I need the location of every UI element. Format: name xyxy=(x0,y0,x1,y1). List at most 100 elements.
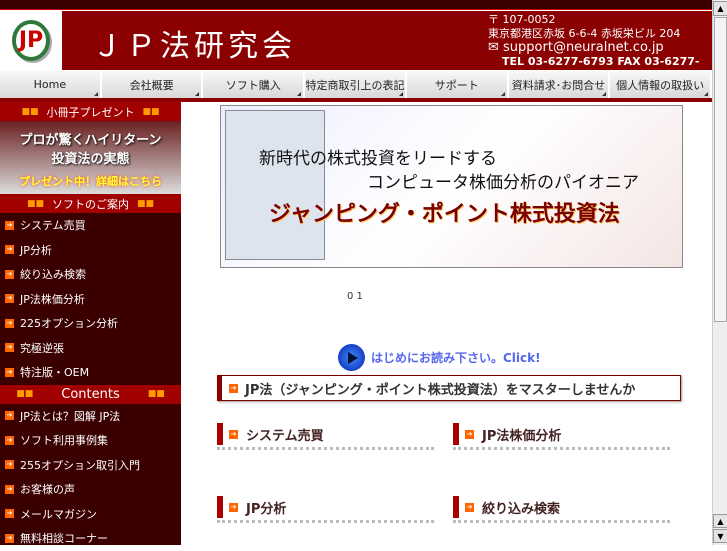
contents-header: ■■ Contents ■■ xyxy=(0,384,181,404)
section-filter-search[interactable]: ➔ 絞り込み検索 xyxy=(453,496,670,523)
sidebar-item-label: 255オプション取引入門 xyxy=(20,458,140,472)
scroll-thumb[interactable] xyxy=(714,17,727,322)
section-label: 絞り込み検索 xyxy=(482,501,561,517)
play-icon xyxy=(338,344,365,371)
sidebar: ■■ 小冊子プレゼント ■■ プロが驚くハイリターン 投資法の実態 プレゼント中！詳… xyxy=(0,102,181,545)
scroll-down-icon[interactable]: ▼ xyxy=(713,529,727,543)
arrow-icon: ➔ xyxy=(5,435,14,445)
promo-header-label: 小冊子プレゼント xyxy=(46,105,135,119)
sidebar-item[interactable]: ➔ 絞り込み検索 xyxy=(0,262,181,287)
scroll-up-icon[interactable]: ▲ xyxy=(713,1,727,16)
contents-header-label: Contents xyxy=(61,386,120,402)
dots-icon: ■■ xyxy=(147,389,165,399)
nav-purchase[interactable]: ソフト購入 xyxy=(203,71,306,98)
email-text: support@neuralnet.co.jp xyxy=(503,40,664,55)
scroll-up-icon[interactable]: ▲ xyxy=(713,514,727,528)
banner-line2: コンピュータ株価分析のパイオニア xyxy=(367,173,639,193)
sidebar-item[interactable]: ➔ JP法株価分析 xyxy=(0,287,181,312)
sidebar-item-label: 特注版・OEM xyxy=(20,366,90,380)
sidebar-item[interactable]: ➔ 特注版・OEM xyxy=(0,360,181,385)
slide-number: 0 1 xyxy=(347,291,363,302)
section-jp-analysis[interactable]: ➔ JP分析 xyxy=(217,496,434,523)
arrow-icon: ➔ xyxy=(5,533,14,543)
main-nav: Home 会社概要 ソフト購入 特定商取引上の表記 サポート 資料請求･お問合せ… xyxy=(0,71,713,98)
sidebar-item-label: お客様の声 xyxy=(20,483,75,497)
nav-support[interactable]: サポート xyxy=(406,71,509,98)
promo-line2: 投資法の実態 xyxy=(51,152,130,167)
hero-banner[interactable]: 新時代の株式投資をリードする コンピュータ株価分析のパイオニア ジャンピング・ポ… xyxy=(220,105,683,268)
sidebar-item-label: 無料相談コーナー xyxy=(20,532,108,546)
postal-code: 〒 107-0052 xyxy=(488,13,556,26)
dots-icon: ■■ xyxy=(21,106,39,117)
arrow-icon: ➔ xyxy=(5,343,14,353)
arrow-icon: ➔ xyxy=(5,269,14,279)
section-label: JP法株価分析 xyxy=(482,428,562,444)
soft-header-label: ソフトのご案内 xyxy=(52,197,129,211)
banner-line3: ジャンピング・ポイント株式投資法 xyxy=(269,202,620,227)
site-title: ＪＰ法研究会 xyxy=(92,29,296,64)
mail-icon: ✉ xyxy=(488,40,504,55)
software-screenshot xyxy=(225,110,325,260)
arrow-icon: ➔ xyxy=(5,245,14,255)
sidebar-item[interactable]: ➔ お客様の声 xyxy=(0,477,181,502)
sidebar-item-label: メールマガジン xyxy=(20,507,97,521)
arrow-icon: ➔ xyxy=(5,294,14,304)
email-link[interactable]: ✉ support@neuralnet.co.jp xyxy=(488,41,712,55)
arrow-icon: ➔ xyxy=(5,367,14,377)
arrow-icon: ➔ xyxy=(229,383,238,393)
sidebar-item[interactable]: ➔ メールマガジン xyxy=(0,502,181,527)
logo-text: JP xyxy=(11,20,51,61)
dots-icon: ■■ xyxy=(16,389,34,399)
logo[interactable]: JP xyxy=(0,11,62,70)
sidebar-item[interactable]: ➔ 究極逆張 xyxy=(0,336,181,361)
arrow-icon: ➔ xyxy=(5,220,14,230)
section-system-trading[interactable]: ➔ システム売買 xyxy=(217,423,434,450)
nav-home[interactable]: Home xyxy=(0,71,102,98)
section-jp-stock-analysis[interactable]: ➔ JP法株価分析 xyxy=(453,423,670,450)
sidebar-item[interactable]: ➔ 無料相談コーナー xyxy=(0,526,181,551)
arrow-icon: ➔ xyxy=(5,509,14,519)
sidebar-item-label: JP法とは？図解 JP法 xyxy=(20,409,121,423)
master-label: JP法（ジャンピング・ポイント株式投資法）をマスターしませんか xyxy=(245,382,636,398)
promo-banner[interactable]: プロが驚くハイリターン 投資法の実態 プレゼント中！詳細はこちら xyxy=(0,121,181,194)
sidebar-item[interactable]: ➔ JP法とは？図解 JP法 xyxy=(0,404,181,429)
nav-legal[interactable]: 特定商取引上の表記 xyxy=(305,71,407,98)
arrow-icon: ➔ xyxy=(229,429,238,439)
dots-icon: ■■ xyxy=(142,106,160,117)
promo-line1: プロが驚くハイリターン xyxy=(19,133,162,148)
sidebar-item[interactable]: ➔ 225オプション分析 xyxy=(0,311,181,336)
sidebar-item-label: 225オプション分析 xyxy=(20,317,118,331)
sidebar-item[interactable]: ➔ システム売買 xyxy=(0,213,181,238)
sidebar-item-label: システム売買 xyxy=(20,219,86,233)
banner-line1: 新時代の株式投資をリードする xyxy=(259,149,497,169)
nav-company[interactable]: 会社概要 xyxy=(101,71,204,98)
arrow-icon: ➔ xyxy=(5,411,14,421)
nav-contact[interactable]: 資料請求･お問合せ xyxy=(508,71,611,98)
arrow-icon: ➔ xyxy=(5,460,14,470)
soft-header: ■■ ソフトのご案内 ■■ xyxy=(0,194,181,213)
section-label: JP分析 xyxy=(246,501,287,517)
master-heading[interactable]: ➔ JP法（ジャンピング・ポイント株式投資法）をマスターしませんか xyxy=(217,375,681,401)
dots-icon: ■■ xyxy=(137,198,155,209)
section-label: システム売買 xyxy=(246,428,324,444)
sidebar-item[interactable]: ➔ ソフト利用事例集 xyxy=(0,428,181,453)
promo-link[interactable]: プレゼント中！詳細はこちら xyxy=(0,173,181,189)
promo-header: ■■ 小冊子プレゼント ■■ xyxy=(0,102,181,121)
arrow-icon: ➔ xyxy=(229,502,238,512)
sidebar-item-label: 究極逆張 xyxy=(20,341,64,355)
dots-icon: ■■ xyxy=(26,198,44,209)
arrow-icon: ➔ xyxy=(5,484,14,494)
sidebar-item-label: 絞り込み検索 xyxy=(20,268,86,282)
sidebar-item-label: JP分析 xyxy=(20,243,52,257)
read-first-label: はじめにお読み下さい。Click! xyxy=(371,351,541,365)
arrow-icon: ➔ xyxy=(5,318,14,328)
sidebar-item-label: JP法株価分析 xyxy=(20,292,85,306)
sidebar-item[interactable]: ➔ JP分析 xyxy=(0,238,181,263)
top-bar xyxy=(0,0,712,10)
nav-privacy[interactable]: 個人情報の取扱い xyxy=(610,71,713,98)
sidebar-item[interactable]: ➔ 255オプション取引入門 xyxy=(0,453,181,478)
header: JP ＪＰ法研究会 〒 107-0052 東京都港区赤坂 6-6-4 赤坂栄ビル… xyxy=(0,11,712,82)
sidebar-item-label: ソフト利用事例集 xyxy=(20,434,108,448)
read-first-link[interactable]: はじめにお読み下さい。Click! xyxy=(338,344,541,371)
scrollbar[interactable]: ▲ ▲ ▼ xyxy=(712,0,727,545)
